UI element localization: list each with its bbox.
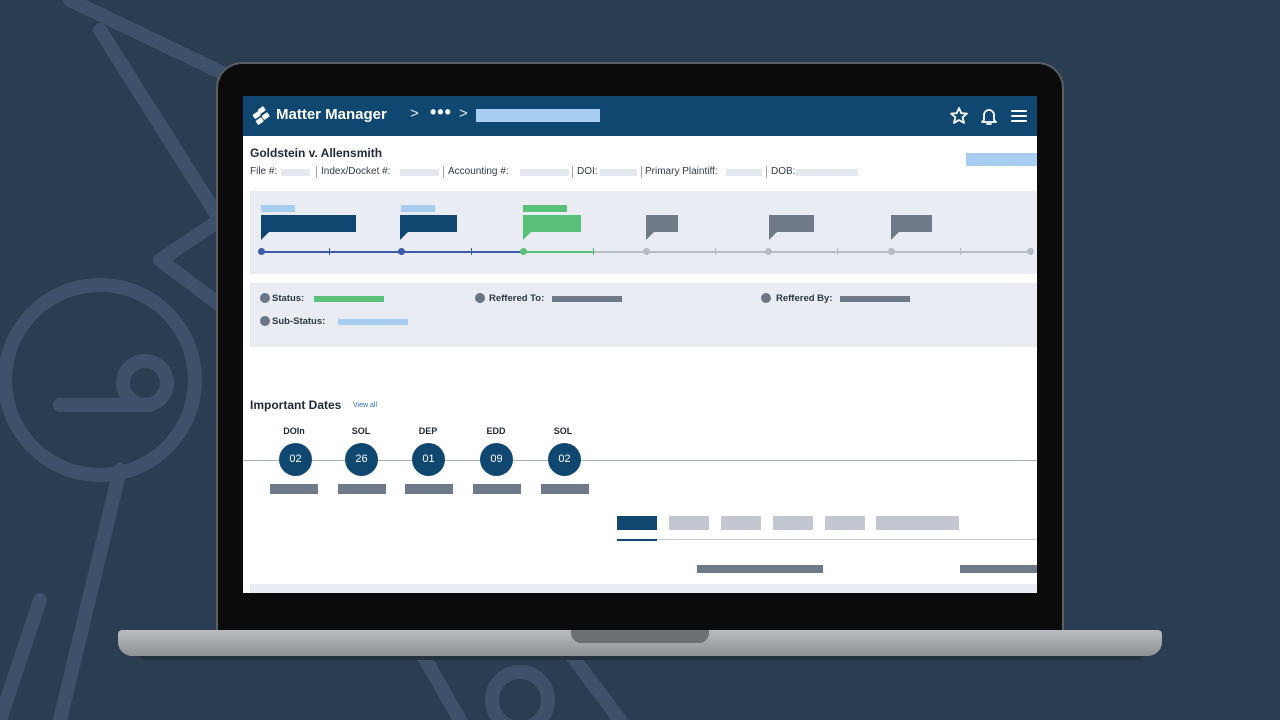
- breadcrumb-chevron-icon: >: [410, 105, 419, 122]
- stage-flag-upcoming[interactable]: [646, 215, 679, 241]
- stage-flag-upcoming[interactable]: [891, 215, 933, 241]
- content-placeholder: [960, 565, 1037, 573]
- date-label: SOL: [553, 426, 573, 436]
- primary-plaintiff-value: [726, 169, 762, 176]
- view-all-link[interactable]: View all: [353, 402, 377, 409]
- timeline-node: [258, 248, 265, 255]
- action-placeholder[interactable]: [966, 153, 1037, 166]
- menu-icon[interactable]: [1009, 106, 1029, 126]
- date-label: DEP: [418, 426, 438, 436]
- date-badge[interactable]: 01: [412, 443, 445, 476]
- app-screen: Matter Manager > ••• > Goldstein v. Alle…: [243, 96, 1037, 593]
- date-label: EDD: [486, 426, 506, 436]
- sub-status-dot-icon: [260, 316, 270, 326]
- date-description-placeholder: [405, 484, 453, 494]
- tab[interactable]: [773, 516, 813, 530]
- laptop-base-shadow: [140, 656, 1142, 660]
- field-divider: [766, 166, 767, 178]
- content-placeholder: [697, 565, 823, 573]
- sub-status-label: Sub-Status:: [272, 316, 326, 327]
- status-dot-icon: [260, 293, 270, 303]
- dob-value: [796, 169, 858, 176]
- stage-label-placeholder: [523, 205, 567, 212]
- referred-to-dot-icon: [475, 293, 485, 303]
- logo-icon: [252, 106, 270, 125]
- timeline-node: [643, 248, 650, 255]
- laptop-notch: [571, 630, 709, 643]
- referred-to-value[interactable]: [552, 296, 622, 302]
- active-tab-indicator: [617, 539, 657, 541]
- date-badge[interactable]: 09: [480, 443, 513, 476]
- accounting-number-label: Accounting #:: [448, 166, 509, 177]
- timeline-tick: [471, 248, 472, 255]
- index-docket-value: [400, 169, 439, 176]
- timeline-node: [765, 248, 772, 255]
- tabs-divider: [617, 539, 1037, 540]
- tab[interactable]: [721, 516, 761, 530]
- matter-stage-timeline: [250, 191, 1037, 274]
- status-label: Status:: [272, 293, 305, 304]
- timeline-current-line: [523, 251, 593, 253]
- tab[interactable]: [876, 516, 959, 530]
- timeline-tick: [593, 248, 594, 255]
- date-description-placeholder: [473, 484, 521, 494]
- field-divider: [572, 166, 573, 178]
- referred-to-label: Reffered To:: [489, 293, 545, 304]
- top-navigation-bar: Matter Manager > ••• >: [243, 96, 1037, 136]
- file-number-label: File #:: [250, 166, 278, 177]
- date-badge[interactable]: 26: [345, 443, 378, 476]
- stage-flag-current[interactable]: [523, 215, 582, 241]
- date-badge[interactable]: 02: [548, 443, 581, 476]
- timeline-node: [520, 248, 527, 255]
- breadcrumb-current-placeholder[interactable]: [476, 109, 600, 122]
- stage-flag-upcoming[interactable]: [769, 215, 815, 241]
- tab-active[interactable]: [617, 516, 657, 530]
- app-title[interactable]: Matter Manager: [276, 106, 387, 123]
- matter-title: Goldstein v. Allensmith: [250, 146, 383, 160]
- tab[interactable]: [825, 516, 865, 530]
- status-panel: Status: Reffered To: Reffered By: Sub-St…: [250, 283, 1037, 347]
- date-label: DOIn: [283, 426, 305, 436]
- field-divider: [316, 166, 317, 178]
- important-dates-title: Important Dates: [250, 398, 342, 412]
- breadcrumb-more-button[interactable]: •••: [430, 102, 452, 123]
- stage-flag-completed[interactable]: [261, 215, 357, 241]
- primary-plaintiff-label: Primary Plaintiff:: [645, 166, 718, 177]
- sub-status-value[interactable]: [338, 319, 408, 325]
- doi-label: DOI:: [577, 166, 598, 177]
- stage-flag-completed[interactable]: [400, 215, 458, 241]
- date-description-placeholder: [541, 484, 589, 494]
- date-description-placeholder: [270, 484, 318, 494]
- file-number-value: [281, 169, 310, 176]
- timeline-tick: [837, 248, 838, 255]
- referred-by-label: Reffered By:: [776, 293, 833, 304]
- tab[interactable]: [669, 516, 709, 530]
- status-value[interactable]: [314, 296, 384, 302]
- doi-value: [600, 169, 637, 176]
- referred-by-value[interactable]: [840, 296, 910, 302]
- stage-label-placeholder: [401, 205, 435, 212]
- referred-by-dot-icon: [761, 293, 771, 303]
- timeline-tick: [960, 248, 961, 255]
- field-divider: [443, 166, 444, 178]
- stage-label-placeholder: [261, 205, 295, 212]
- date-badge[interactable]: 02: [279, 443, 312, 476]
- timeline-node: [1027, 248, 1034, 255]
- timeline-remaining-line: [593, 251, 1033, 253]
- date-description-placeholder: [338, 484, 386, 494]
- bottom-panel: [250, 584, 1037, 593]
- dob-label: DOB:: [771, 166, 796, 177]
- timeline-tick: [715, 248, 716, 255]
- index-docket-label: Index/Docket #:: [321, 166, 391, 177]
- timeline-node: [888, 248, 895, 255]
- timeline-node: [398, 248, 405, 255]
- accounting-number-value: [520, 169, 569, 176]
- star-icon[interactable]: [949, 106, 969, 126]
- bell-icon[interactable]: [979, 106, 999, 126]
- timeline-progress-line: [261, 251, 523, 253]
- timeline-tick: [329, 248, 330, 255]
- field-divider: [641, 166, 642, 178]
- breadcrumb-chevron-icon: >: [459, 105, 468, 122]
- date-label: SOL: [351, 426, 371, 436]
